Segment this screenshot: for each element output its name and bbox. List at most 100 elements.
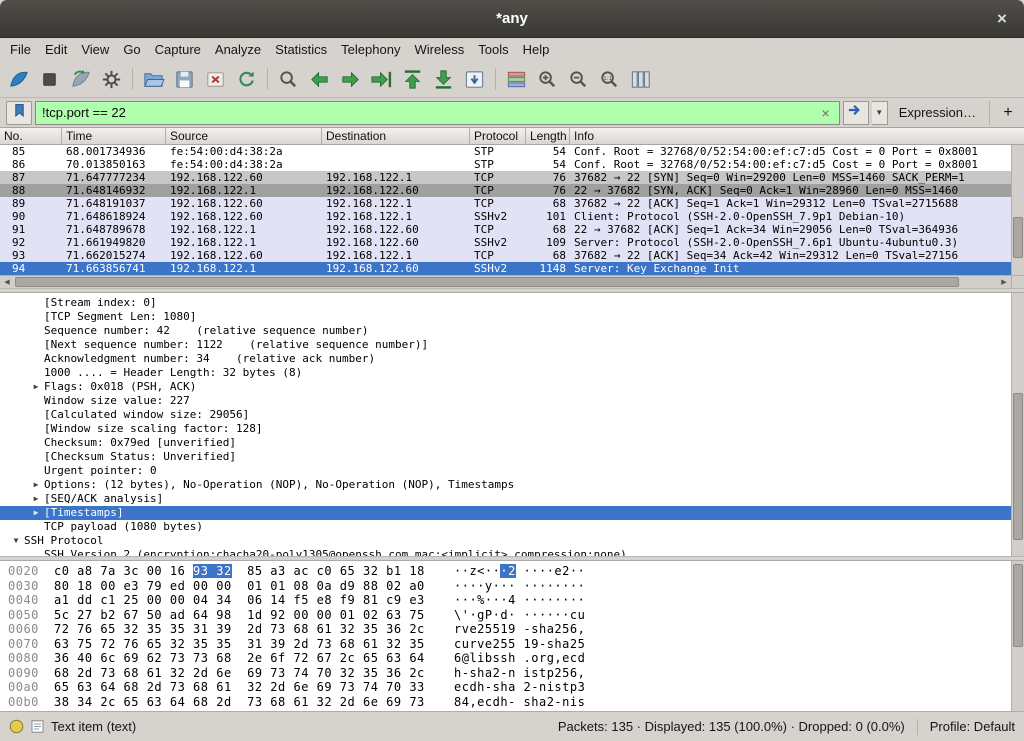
close-file-button[interactable] xyxy=(200,65,231,94)
scroll-right-icon[interactable]: ▶ xyxy=(997,276,1011,288)
detail-line[interactable]: 1000 .... = Header Length: 32 bytes (8) xyxy=(0,366,1011,380)
menu-item-file[interactable]: File xyxy=(3,39,38,60)
detail-line[interactable]: [Next sequence number: 1122 (relative se… xyxy=(0,338,1011,352)
detail-line[interactable]: Urgent pointer: 0 xyxy=(0,464,1011,478)
detail-line[interactable]: ▶[Timestamps] xyxy=(0,506,1011,520)
detail-line[interactable]: ▶Options: (12 bytes), No-Operation (NOP)… xyxy=(0,478,1011,492)
reload-button[interactable] xyxy=(231,65,262,94)
scrollbar-thumb[interactable] xyxy=(1013,217,1023,259)
filter-dropdown-icon[interactable]: ▼ xyxy=(872,101,888,125)
scrollbar-thumb[interactable] xyxy=(1013,393,1023,540)
hex-row[interactable]: 006072 76 65 32 35 35 31 39 2d 73 68 61 … xyxy=(8,622,1011,637)
column-header-destination[interactable]: Destination xyxy=(322,128,470,144)
start-capture-button[interactable] xyxy=(3,65,34,94)
zoom-in-button[interactable] xyxy=(532,65,563,94)
find-packet-button[interactable] xyxy=(273,65,304,94)
menu-item-tools[interactable]: Tools xyxy=(471,39,515,60)
go-first-button[interactable] xyxy=(397,65,428,94)
filter-apply-button[interactable] xyxy=(843,101,869,125)
packet-row[interactable]: 9471.663856741192.168.122.1192.168.122.6… xyxy=(0,262,1011,275)
packet-row[interactable]: 8568.001734936fe:54:00:d4:38:2aSTP54Conf… xyxy=(0,145,1011,158)
packet-row[interactable]: 8670.013850163fe:54:00:d4:38:2aSTP54Conf… xyxy=(0,158,1011,171)
column-header-protocol[interactable]: Protocol xyxy=(470,128,526,144)
hex-row[interactable]: 00b038 34 2c 65 63 64 68 2d 73 68 61 32 … xyxy=(8,695,1011,710)
hex-row[interactable]: 007063 75 72 76 65 32 35 35 31 39 2d 73 … xyxy=(8,637,1011,652)
packet-row[interactable]: 8771.647777234192.168.122.60192.168.122.… xyxy=(0,171,1011,184)
detail-line[interactable]: Checksum: 0x79ed [unverified] xyxy=(0,436,1011,450)
collapse-icon[interactable]: ▼ xyxy=(8,534,24,548)
detail-line[interactable]: Sequence number: 42 (relative sequence n… xyxy=(0,324,1011,338)
menu-item-analyze[interactable]: Analyze xyxy=(208,39,268,60)
expert-info-icon[interactable] xyxy=(9,719,24,734)
capture-options-button[interactable] xyxy=(96,65,127,94)
hscroll-track[interactable] xyxy=(14,276,997,288)
detail-scrollbar[interactable] xyxy=(1011,293,1024,556)
menu-item-edit[interactable]: Edit xyxy=(38,39,74,60)
colorize-button[interactable] xyxy=(501,65,532,94)
menu-item-help[interactable]: Help xyxy=(516,39,557,60)
packet-row[interactable]: 8971.648191037192.168.122.60192.168.122.… xyxy=(0,197,1011,210)
filter-clear-icon[interactable]: × xyxy=(819,105,833,121)
zoom-normal-button[interactable]: 1:1 xyxy=(594,65,625,94)
hex-scrollbar[interactable] xyxy=(1011,561,1024,711)
hex-row[interactable]: 00505c 27 b2 67 50 ad 64 98 1d 92 00 00 … xyxy=(8,608,1011,623)
packet-row[interactable]: 9171.648789678192.168.122.1192.168.122.6… xyxy=(0,223,1011,236)
open-file-button[interactable] xyxy=(138,65,169,94)
expression-button[interactable]: Expression… xyxy=(891,105,984,120)
menu-item-go[interactable]: Go xyxy=(116,39,147,60)
hex-row[interactable]: 003080 18 00 e3 79 ed 00 00 01 01 08 0a … xyxy=(8,579,1011,594)
column-header-time[interactable]: Time xyxy=(62,128,166,144)
save-file-button[interactable] xyxy=(169,65,200,94)
detail-line[interactable]: Window size value: 227 xyxy=(0,394,1011,408)
menu-item-capture[interactable]: Capture xyxy=(148,39,208,60)
hex-row[interactable]: 0040a1 dd c1 25 00 00 04 34 06 14 f5 e8 … xyxy=(8,593,1011,608)
hex-row[interactable]: 008036 40 6c 69 62 73 73 68 2e 6f 72 67 … xyxy=(8,651,1011,666)
packet-list-hscrollbar[interactable]: ◀ ▶ xyxy=(0,275,1024,288)
menu-item-statistics[interactable]: Statistics xyxy=(268,39,334,60)
filter-bookmark-button[interactable] xyxy=(6,101,32,125)
stop-capture-button[interactable] xyxy=(34,65,65,94)
auto-scroll-button[interactable] xyxy=(459,65,490,94)
column-header-source[interactable]: Source xyxy=(166,128,322,144)
go-to-packet-button[interactable] xyxy=(366,65,397,94)
detail-line[interactable]: [TCP Segment Len: 1080] xyxy=(0,310,1011,324)
go-back-button[interactable] xyxy=(304,65,335,94)
packet-row[interactable]: 9071.648618924192.168.122.60192.168.122.… xyxy=(0,210,1011,223)
menu-item-wireless[interactable]: Wireless xyxy=(407,39,471,60)
go-last-button[interactable] xyxy=(428,65,459,94)
detail-line[interactable]: SSH Version 2 (encryption:chacha20-poly1… xyxy=(0,548,1011,556)
menu-item-telephony[interactable]: Telephony xyxy=(334,39,407,60)
detail-line[interactable]: [Stream index: 0] xyxy=(0,296,1011,310)
go-forward-button[interactable] xyxy=(335,65,366,94)
column-header-no[interactable]: No. xyxy=(0,128,62,144)
add-filter-button[interactable]: + xyxy=(998,101,1018,125)
expand-icon[interactable]: ▶ xyxy=(28,506,44,520)
packet-list-scrollbar[interactable] xyxy=(1011,145,1024,275)
hex-row[interactable]: 009068 2d 73 68 61 32 2d 6e 69 73 74 70 … xyxy=(8,666,1011,681)
column-header-length[interactable]: Length xyxy=(526,128,570,144)
detail-line[interactable]: [Calculated window size: 29056] xyxy=(0,408,1011,422)
detail-line[interactable]: ▶[SEQ/ACK analysis] xyxy=(0,492,1011,506)
hex-row[interactable]: 0020c0 a8 7a 3c 00 16 93 32 85 a3 ac c0 … xyxy=(8,564,1011,579)
detail-line[interactable]: ▼SSH Protocol xyxy=(0,534,1011,548)
scrollbar-thumb[interactable] xyxy=(1013,564,1023,647)
menu-item-view[interactable]: View xyxy=(74,39,116,60)
packet-row[interactable]: 9271.661949820192.168.122.1192.168.122.6… xyxy=(0,236,1011,249)
detail-line[interactable]: Acknowledgment number: 34 (relative ack … xyxy=(0,352,1011,366)
detail-line[interactable]: [Checksum Status: Unverified] xyxy=(0,450,1011,464)
detail-line[interactable]: TCP payload (1080 bytes) xyxy=(0,520,1011,534)
profile-label[interactable]: Profile: Default xyxy=(930,719,1015,734)
hscroll-thumb[interactable] xyxy=(15,277,959,287)
detail-line[interactable]: ▶Flags: 0x018 (PSH, ACK) xyxy=(0,380,1011,394)
scroll-left-icon[interactable]: ◀ xyxy=(0,276,14,288)
title-bar[interactable]: *any × xyxy=(0,0,1024,38)
packet-row[interactable]: 8871.648146932192.168.122.1192.168.122.6… xyxy=(0,184,1011,197)
detail-line[interactable]: [Window size scaling factor: 128] xyxy=(0,422,1011,436)
display-filter-input[interactable]: !tcp.port == 22 × xyxy=(35,101,840,125)
resize-columns-button[interactable] xyxy=(625,65,656,94)
hex-row[interactable]: 00a065 63 64 68 2d 73 68 61 32 2d 6e 69 … xyxy=(8,680,1011,695)
expand-icon[interactable]: ▶ xyxy=(28,380,44,394)
expand-icon[interactable]: ▶ xyxy=(28,492,44,506)
restart-capture-button[interactable] xyxy=(65,65,96,94)
expand-icon[interactable]: ▶ xyxy=(28,478,44,492)
